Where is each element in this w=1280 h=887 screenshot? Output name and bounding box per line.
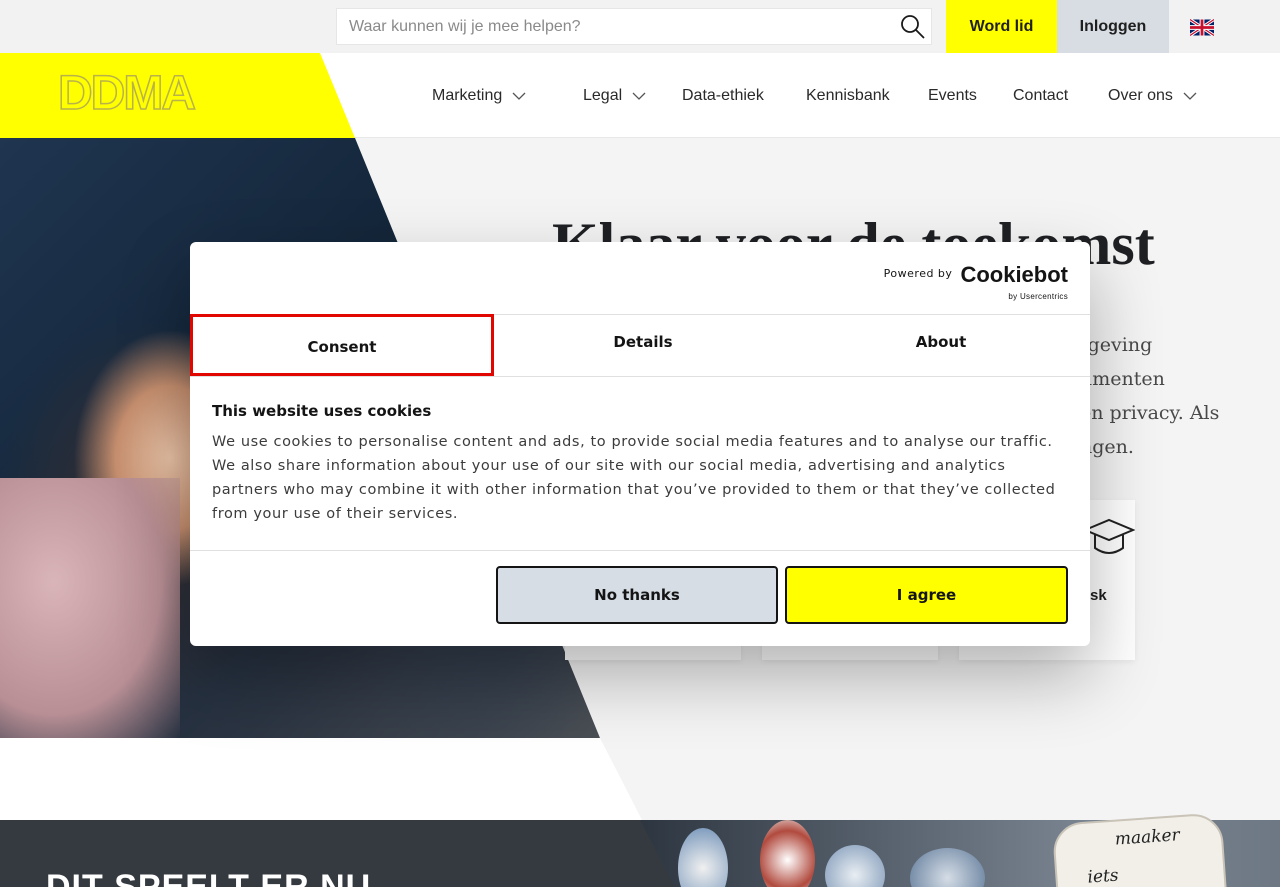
tab-about[interactable]: About bbox=[792, 315, 1090, 376]
tab-consent[interactable]: Consent bbox=[190, 314, 494, 376]
tab-label: Details bbox=[613, 332, 673, 351]
cookiebot-logo: Cookiebot by Usercentrics bbox=[960, 262, 1068, 302]
decline-button[interactable]: No thanks bbox=[496, 566, 778, 624]
tab-details[interactable]: Details bbox=[494, 315, 792, 376]
divider bbox=[190, 550, 1090, 551]
cookiebot-sub: by Usercentrics bbox=[1008, 292, 1068, 301]
dialog-title: This website uses cookies bbox=[212, 402, 432, 420]
cookie-consent-dialog: Powered by Cookiebot by Usercentrics Con… bbox=[190, 242, 1090, 646]
tab-label: About bbox=[915, 332, 967, 351]
accept-button[interactable]: I agree bbox=[785, 566, 1068, 624]
consent-tabs: Consent Details About bbox=[190, 314, 1090, 377]
dialog-body: We use cookies to personalise content an… bbox=[212, 434, 1056, 522]
cookiebot-brand: Cookiebot bbox=[960, 262, 1068, 287]
tab-label: Consent bbox=[307, 338, 377, 356]
cookiebot-branding[interactable]: Powered by Cookiebot by Usercentrics bbox=[883, 262, 1068, 302]
powered-by-text: Powered by bbox=[883, 267, 953, 280]
